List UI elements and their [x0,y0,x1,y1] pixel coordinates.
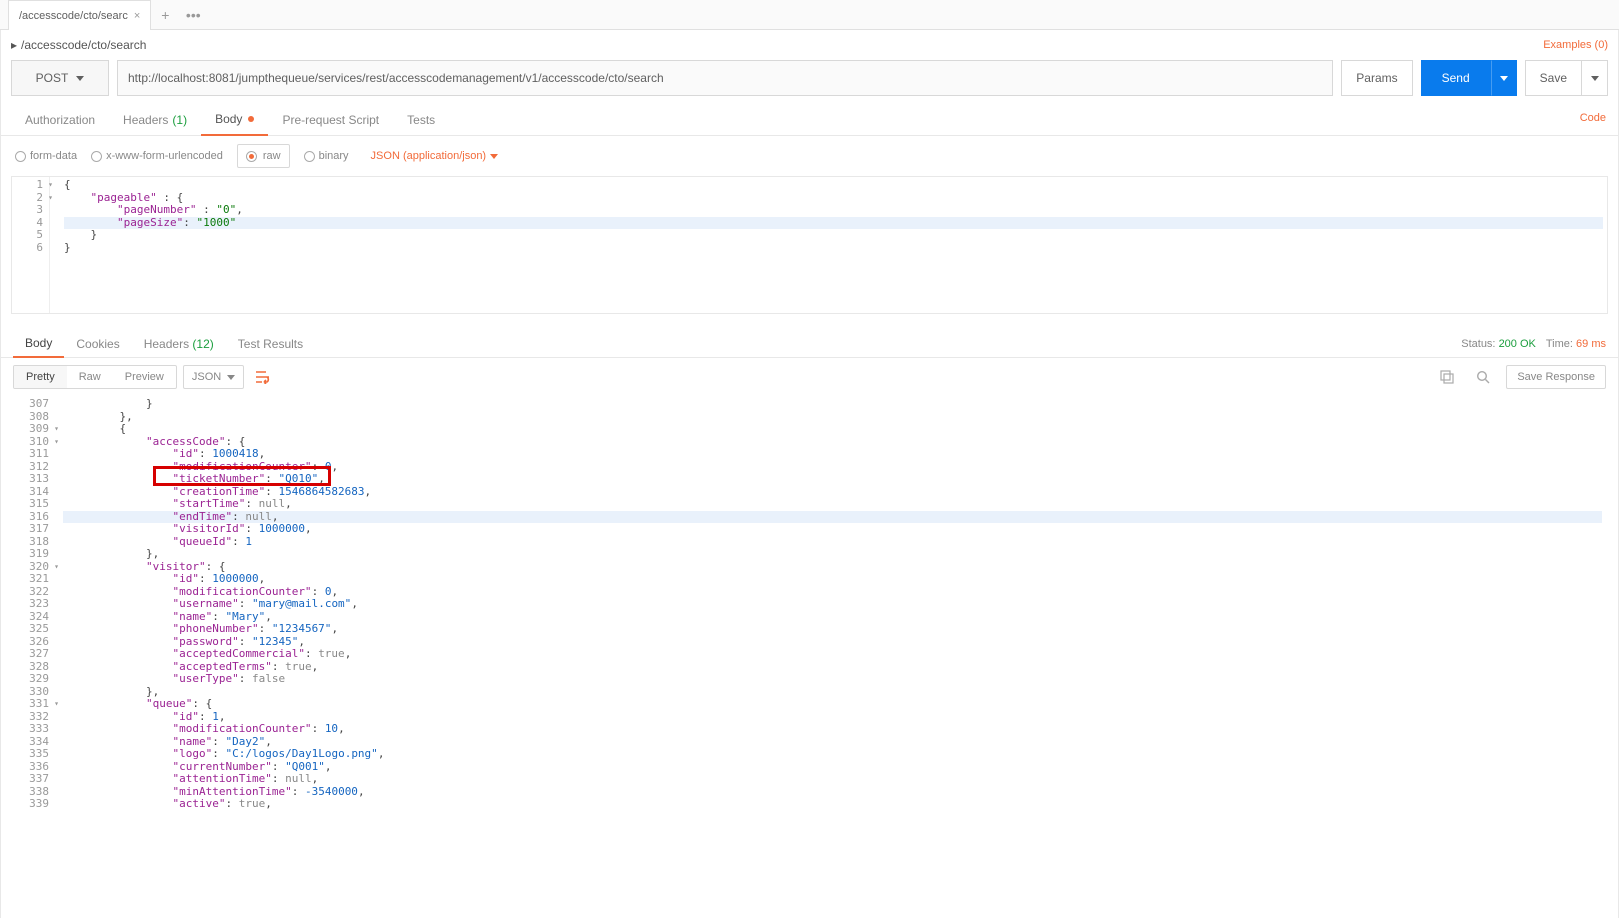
breadcrumb-row: ▸ /accesscode/cto/search Examples (0) [1,30,1618,60]
tab-headers-count: (1) [172,113,187,127]
wrap-lines-icon[interactable] [250,364,276,390]
editor-gutter: 123456 [12,177,50,313]
time-value: 69 ms [1576,338,1606,350]
response-format-select[interactable]: JSON [183,365,244,389]
resp-tab-headers-count: (12) [192,337,213,351]
chevron-down-icon [1591,76,1599,81]
content-type-label: JSON (application/json) [371,150,487,162]
search-icon[interactable] [1470,364,1496,390]
tab-body-label: Body [215,112,242,126]
resp-tab-cookies[interactable]: Cookies [64,331,131,357]
radio-raw[interactable]: raw [237,144,290,168]
tab-headers-label: Headers [123,113,168,127]
view-preview[interactable]: Preview [113,366,176,388]
chevron-down-icon [227,375,235,380]
response-body-editor[interactable]: 3073083093103113123133143153163173183193… [13,396,1606,918]
tab-prerequest[interactable]: Pre-request Script [268,104,393,135]
editor-gutter: 3073083093103113123133143153163173183193… [13,396,59,918]
params-button[interactable]: Params [1341,60,1412,96]
request-row: POST Params Send Save [1,60,1618,104]
request-tab[interactable]: /accesscode/cto/searc × [8,0,151,30]
resp-tab-headers-label: Headers [144,337,189,351]
view-pretty[interactable]: Pretty [14,366,67,388]
request-tab-title: /accesscode/cto/searc [19,10,128,22]
send-button[interactable]: Send [1421,60,1491,96]
resp-tab-body[interactable]: Body [13,330,64,358]
unsaved-dot-icon [248,116,254,122]
resp-tab-tests[interactable]: Test Results [226,331,315,357]
save-caret-button[interactable] [1582,60,1608,96]
code-link[interactable]: Code [1580,112,1606,124]
response-format-label: JSON [192,371,221,383]
tab-body[interactable]: Body [201,104,268,136]
request-panel: ▸ /accesscode/cto/search Examples (0) PO… [0,30,1619,918]
response-subtabs: Body Cookies Headers (12) Test Results S… [1,324,1618,358]
request-body-editor[interactable]: 123456 { "pageable" : { "pageNumber" : "… [11,176,1608,314]
view-mode-segment: Pretty Raw Preview [13,365,177,389]
radio-binary[interactable]: binary [304,150,349,162]
chevron-down-icon [490,154,498,159]
tab-bar: /accesscode/cto/searc × + ••• [0,0,1619,30]
radio-form-data[interactable]: form-data [15,150,77,162]
chevron-down-icon [76,76,84,81]
response-toolbar: Pretty Raw Preview JSON Save Response [1,358,1618,396]
status-value: 200 OK [1499,338,1536,350]
tab-tests[interactable]: Tests [393,104,449,135]
send-caret-button[interactable] [1491,60,1517,96]
save-response-button[interactable]: Save Response [1506,365,1606,389]
radio-urlencoded[interactable]: x-www-form-urlencoded [91,150,223,162]
tab-authorization[interactable]: Authorization [11,104,109,135]
time-label: Time: [1546,338,1573,350]
content-type-select[interactable]: JSON (application/json) [371,150,499,162]
new-tab-button[interactable]: + [151,0,179,29]
url-input[interactable] [117,60,1333,96]
http-method-label: POST [36,71,69,85]
status-label: Status: [1461,338,1495,350]
view-raw[interactable]: Raw [67,366,113,388]
resp-tab-headers[interactable]: Headers (12) [132,331,226,357]
http-method-select[interactable]: POST [11,60,109,96]
breadcrumb-caret[interactable]: ▸ [11,38,17,52]
body-format-row: form-data x-www-form-urlencoded raw bina… [1,136,1618,176]
editor-code[interactable]: } }, { "accessCode": { "id": 1000418, "m… [59,396,1606,918]
editor-code[interactable]: { "pageable" : { "pageNumber" : "0", "pa… [50,177,1607,313]
chevron-down-icon [1500,76,1508,81]
close-icon[interactable]: × [134,10,140,22]
copy-icon[interactable] [1434,364,1460,390]
examples-link[interactable]: Examples (0) [1543,39,1608,51]
breadcrumb: /accesscode/cto/search [21,38,146,52]
tab-headers[interactable]: Headers (1) [109,104,201,135]
save-button[interactable]: Save [1525,60,1582,96]
request-subtabs: Authorization Headers (1) Body Pre-reque… [1,104,1618,136]
more-tabs-button[interactable]: ••• [179,0,207,29]
